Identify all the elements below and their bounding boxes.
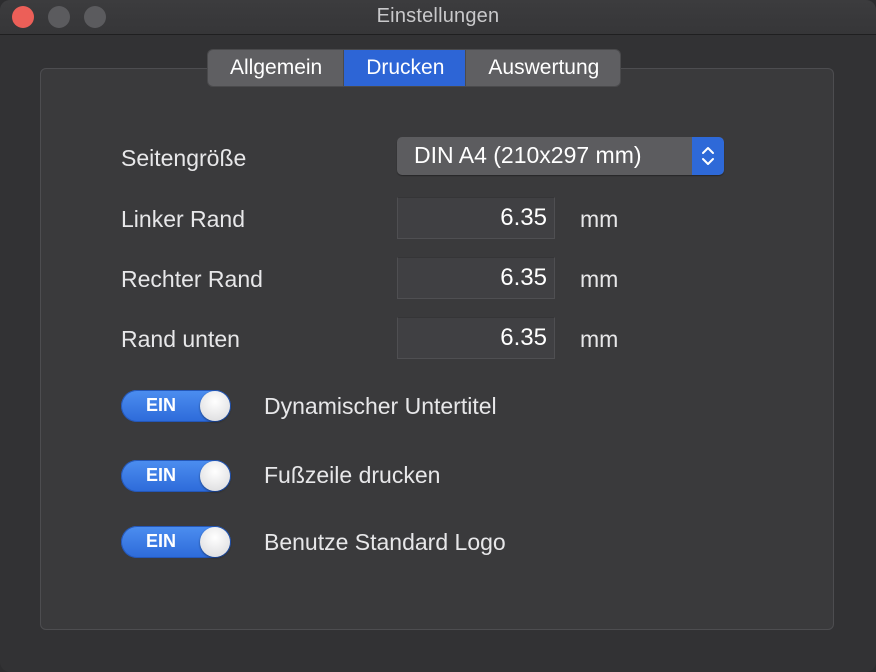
right-margin-label: Rechter Rand: [121, 266, 263, 292]
right-margin-field[interactable]: 6.35: [397, 257, 555, 299]
page-size-value: DIN A4 (210x297 mm): [414, 142, 642, 168]
select-arrows-icon: [692, 137, 724, 175]
toggle-knob: [200, 391, 230, 421]
right-margin-unit: mm: [580, 266, 619, 292]
page-size-label: Seitengröße: [121, 145, 247, 171]
bottom-margin-field[interactable]: 6.35: [397, 317, 555, 359]
toggle-knob: [200, 461, 230, 491]
left-margin-value: 6.35: [500, 204, 547, 231]
print-footer-label: Fußzeile drucken: [264, 462, 441, 488]
toggle-state-label: EIN: [146, 395, 177, 415]
dynamic-subtitle-label: Dynamischer Untertitel: [264, 393, 497, 419]
left-margin-field[interactable]: 6.35: [397, 197, 555, 239]
tab-auswertung[interactable]: Auswertung: [466, 50, 620, 86]
tab-bar: Allgemein Drucken Auswertung: [208, 50, 621, 86]
bottom-margin-unit: mm: [580, 326, 619, 352]
bottom-margin-value: 6.35: [500, 324, 547, 351]
left-margin-label: Linker Rand: [121, 206, 246, 232]
standard-logo-label: Benutze Standard Logo: [264, 529, 506, 555]
toggle-state-label: EIN: [146, 465, 177, 485]
page-size-select[interactable]: DIN A4 (210x297 mm): [397, 137, 724, 175]
right-margin-value: 6.35: [500, 264, 547, 291]
left-margin-unit: mm: [580, 206, 619, 232]
dynamic-subtitle-toggle[interactable]: EIN: [121, 390, 231, 422]
standard-logo-toggle[interactable]: EIN: [121, 526, 231, 558]
tab-drucken[interactable]: Drucken: [344, 50, 467, 86]
toggle-knob: [200, 527, 230, 557]
print-footer-toggle[interactable]: EIN: [121, 460, 231, 492]
bottom-margin-label: Rand unten: [121, 326, 240, 352]
tab-allgemein[interactable]: Allgemein: [208, 50, 345, 86]
preferences-window: Einstellungen Allgemein Drucken Auswertu…: [0, 0, 876, 672]
window-title: Einstellungen: [376, 5, 500, 27]
title-bar[interactable]: Einstellungen: [0, 0, 876, 35]
toggle-state-label: EIN: [146, 531, 177, 551]
